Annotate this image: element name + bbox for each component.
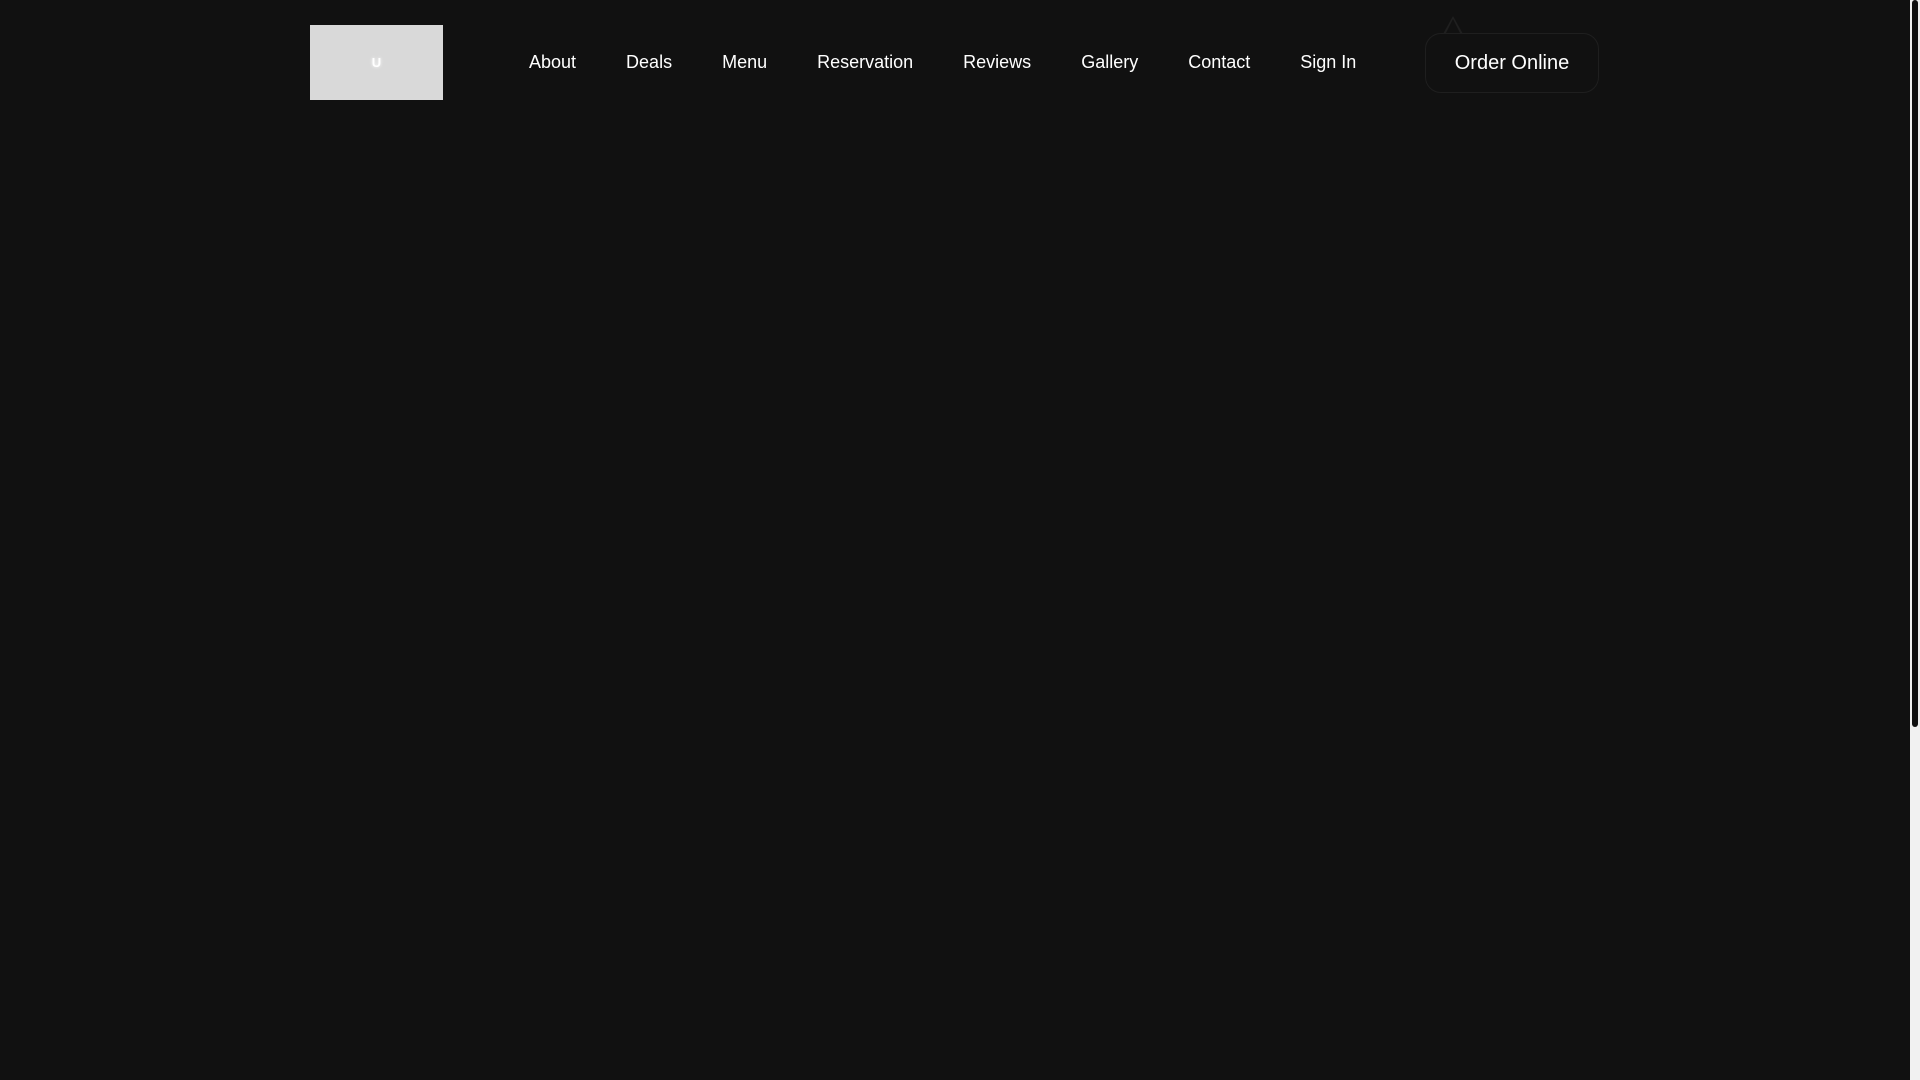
site-header: U About Deals Menu Reservation Reviews G…: [0, 0, 1910, 120]
logo-text: U: [371, 55, 382, 70]
main-nav: About Deals Menu Reservation Reviews Gal…: [529, 49, 1356, 75]
vertical-scrollbar[interactable]: [1910, 0, 1920, 1080]
nav-link-contact[interactable]: Contact: [1188, 52, 1250, 73]
page: U About Deals Menu Reservation Reviews G…: [0, 0, 1920, 1080]
nav-link-reservation[interactable]: Reservation: [817, 52, 913, 73]
nav-link-gallery[interactable]: Gallery: [1081, 52, 1138, 73]
nav-link-menu[interactable]: Menu: [722, 52, 767, 73]
logo[interactable]: U: [310, 25, 443, 100]
order-online-container: Order Online: [1425, 16, 1601, 95]
nav-link-reviews[interactable]: Reviews: [963, 52, 1031, 73]
scrollbar-thumb[interactable]: [1912, 0, 1918, 727]
nav-link-about[interactable]: About: [529, 52, 576, 73]
nav-link-deals[interactable]: Deals: [626, 52, 672, 73]
nav-link-sign-in[interactable]: Sign In: [1300, 52, 1356, 73]
order-online-button[interactable]: Order Online: [1425, 33, 1599, 93]
